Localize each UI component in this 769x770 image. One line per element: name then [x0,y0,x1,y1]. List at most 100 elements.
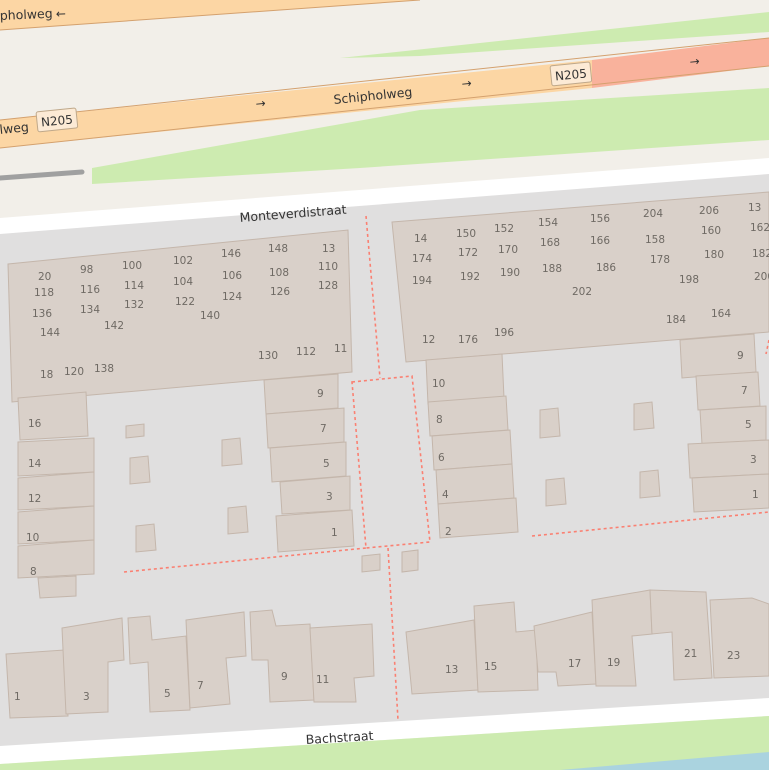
building-left-16[interactable] [17,391,89,441]
shed[interactable] [633,401,655,431]
house-number: 19 [607,657,620,669]
shed[interactable] [125,423,145,439]
house-number: 202 [572,286,592,298]
house-number: 128 [318,280,338,292]
house-number: 15 [484,661,497,673]
building-right-9[interactable] [679,333,757,379]
building-center-3[interactable] [279,475,351,515]
house-number: 200 [754,271,769,283]
house-number: 7 [197,680,204,692]
shed[interactable] [135,523,157,553]
house-number: 122 [175,296,195,308]
shed[interactable] [401,549,419,573]
oneway-arrow: → [461,76,472,91]
house-number: 184 [666,314,686,326]
house-number: 9 [281,671,288,683]
shed[interactable] [221,437,243,467]
house-number: 20 [38,271,51,283]
building-left-14[interactable] [17,437,95,477]
house-number: 11 [316,674,329,686]
house-number: 190 [500,267,520,279]
house-number: 106 [222,270,242,282]
house-number: 23 [727,650,740,662]
house-number: 13 [445,664,458,676]
schipholweg-left-label: lweg [0,119,29,137]
building-center-7[interactable] [265,407,345,449]
house-number: 116 [80,284,100,296]
house-number: 174 [412,253,432,265]
house-number: 3 [83,691,90,703]
house-number: 3 [326,491,333,503]
house-number: 124 [222,291,242,303]
house-bottom-13[interactable] [405,619,479,695]
house-number: 11 [334,343,347,355]
house-number: 16 [28,418,42,430]
house-number: 7 [320,423,327,435]
building-right-5[interactable] [699,405,767,445]
map-svg[interactable]: pholweg ← Schipholweg lweg → → → Monteve… [0,0,769,770]
house-number: 8 [30,566,37,578]
building-right-3[interactable] [687,439,769,479]
house-number: 118 [34,287,54,299]
shed[interactable] [639,469,661,499]
house-number: 10 [26,532,39,544]
oneway-arrow: ← [56,7,67,21]
shed[interactable] [227,505,249,535]
house-number: 98 [80,264,93,276]
house-number: 192 [460,271,480,283]
house-number: 182 [752,248,769,260]
house-number: 13 [322,243,335,255]
house-number: 126 [270,286,290,298]
house-number: 9 [737,350,744,362]
house-number: 154 [538,217,558,229]
house-bottom-1[interactable] [5,649,69,719]
building-right-7[interactable] [695,371,761,411]
house-number: 196 [494,327,514,339]
house-number: 12 [28,493,41,505]
house-number: 148 [268,243,288,255]
house-number: 178 [650,254,670,266]
house-number: 198 [679,274,699,286]
house-number: 5 [745,419,752,431]
house-number: 158 [645,234,665,246]
building-right-6[interactable] [431,429,513,471]
house-number: 132 [124,299,144,311]
house-number: 1 [14,691,21,703]
house-number: 134 [80,304,100,316]
shed[interactable] [539,407,561,439]
building-left-shed[interactable] [37,575,77,599]
house-number: 1 [752,489,759,501]
house-number: 7 [741,385,748,397]
schipholweg-top-label: pholweg [0,6,53,23]
map-canvas[interactable]: pholweg ← Schipholweg lweg → → → Monteve… [0,0,769,770]
house-bottom-23[interactable] [709,597,769,679]
house-number: 140 [200,310,220,322]
house-number: 146 [221,248,241,260]
house-number: 108 [269,267,289,279]
shed[interactable] [545,477,567,507]
route-shield-1: N205 [35,107,79,133]
house-number: 102 [173,255,193,267]
house-number: 180 [704,249,724,261]
shed[interactable] [129,455,151,485]
house-number: 6 [438,452,445,464]
building-center-9[interactable] [263,373,339,415]
oneway-arrow: → [689,54,700,69]
house-number: 204 [643,208,663,220]
building-center-1[interactable] [275,509,355,553]
house-number: 188 [542,263,562,275]
house-number: 14 [28,458,42,470]
house-number: 136 [32,308,52,320]
house-number: 100 [122,260,142,272]
shed[interactable] [361,553,381,573]
house-number: 2 [445,526,452,538]
house-number: 5 [164,688,171,700]
house-number: 104 [173,276,193,288]
house-number: 5 [323,458,330,470]
house-number: 112 [296,346,316,358]
building-right-block[interactable] [391,191,769,363]
house-number: 8 [436,414,443,426]
house-number: 206 [699,205,719,217]
house-number: 164 [711,308,731,320]
building-center-5[interactable] [269,441,347,483]
